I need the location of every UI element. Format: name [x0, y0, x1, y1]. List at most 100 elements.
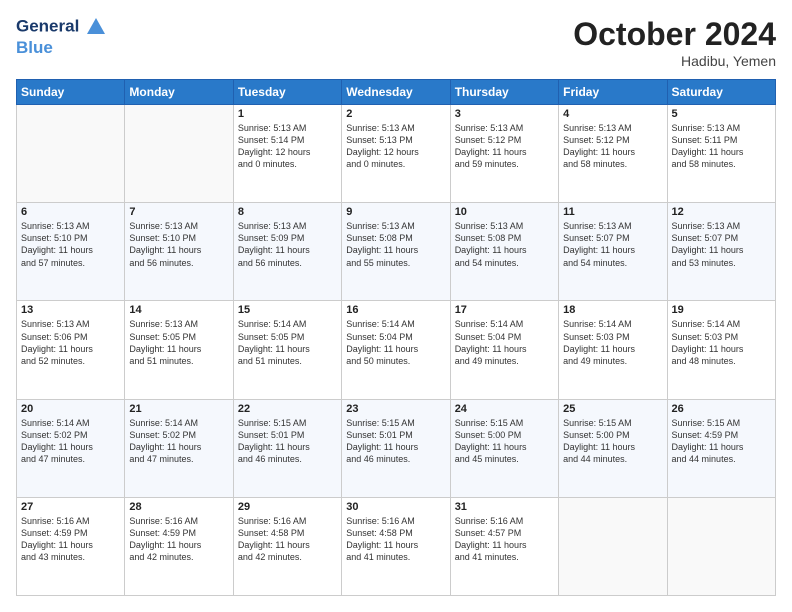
calendar-cell-5-4: 30 Sunrise: 5:16 AM Sunset: 4:58 PM Dayli… — [342, 497, 450, 595]
cell-content: Sunrise: 5:15 AM Sunset: 5:01 PM Dayligh… — [238, 417, 337, 466]
day-number: 21 — [129, 403, 228, 415]
calendar-cell-2-5: 10Sunrise: 5:13 AM Sunset: 5:08 PM Dayli… — [450, 203, 558, 301]
day-number: 8 — [238, 206, 337, 218]
day-number: 30 — [346, 501, 445, 513]
cell-content: Sunrise: 5:13 AM Sunset: 5:11 PM Dayligh… — [672, 122, 771, 171]
calendar-header-wednesday: Wednesday — [342, 80, 450, 105]
calendar-cell-5-2: 28 Sunrise: 5:16 AM Sunset: 4:59 PM Dayli… — [125, 497, 233, 595]
day-number: 7 — [129, 206, 228, 218]
calendar-cell-1-3: 1 Sunrise: 5:13 AM Sunset: 5:14 PM Daylig… — [233, 105, 341, 203]
cell-content: Sunrise: 5:13 AM Sunset: 5:10 PM Dayligh… — [21, 220, 120, 269]
calendar-cell-1-7: 5Sunrise: 5:13 AM Sunset: 5:11 PM Daylig… — [667, 105, 775, 203]
cell-content: Sunrise: 5:14 AM Sunset: 5:03 PM Dayligh… — [563, 318, 662, 367]
calendar-cell-5-1: 27 Sunrise: 5:16 AM Sunset: 4:59 PM Dayli… — [17, 497, 125, 595]
calendar-header-saturday: Saturday — [667, 80, 775, 105]
calendar-week-3: 13 Sunrise: 5:13 AM Sunset: 5:06 PM Dayli… — [17, 301, 776, 399]
cell-content: Sunrise: 5:14 AM Sunset: 5:04 PM Dayligh… — [455, 318, 554, 367]
day-number: 17 — [455, 304, 554, 316]
calendar-table: SundayMondayTuesdayWednesdayThursdayFrid… — [16, 79, 776, 596]
cell-content: Sunrise: 5:16 AM Sunset: 4:57 PM Dayligh… — [455, 515, 554, 564]
logo: General Blue — [16, 16, 107, 58]
cell-content: Sunrise: 5:15 AM Sunset: 5:01 PM Dayligh… — [346, 417, 445, 466]
calendar-cell-1-2 — [125, 105, 233, 203]
calendar-cell-2-6: 11Sunrise: 5:13 AM Sunset: 5:07 PM Dayli… — [559, 203, 667, 301]
day-number: 9 — [346, 206, 445, 218]
day-number: 29 — [238, 501, 337, 513]
cell-content: Sunrise: 5:13 AM Sunset: 5:10 PM Dayligh… — [129, 220, 228, 269]
day-number: 6 — [21, 206, 120, 218]
cell-content: Sunrise: 5:13 AM Sunset: 5:08 PM Dayligh… — [346, 220, 445, 269]
calendar-header-friday: Friday — [559, 80, 667, 105]
cell-content: Sunrise: 5:14 AM Sunset: 5:03 PM Dayligh… — [672, 318, 771, 367]
day-number: 27 — [21, 501, 120, 513]
calendar-week-4: 20 Sunrise: 5:14 AM Sunset: 5:02 PM Dayli… — [17, 399, 776, 497]
calendar-cell-2-1: 6 Sunrise: 5:13 AM Sunset: 5:10 PM Daylig… — [17, 203, 125, 301]
day-number: 31 — [455, 501, 554, 513]
day-number: 22 — [238, 403, 337, 415]
cell-content: Sunrise: 5:13 AM Sunset: 5:09 PM Dayligh… — [238, 220, 337, 269]
cell-content: Sunrise: 5:13 AM Sunset: 5:06 PM Dayligh… — [21, 318, 120, 367]
calendar-cell-3-7: 19Sunrise: 5:14 AM Sunset: 5:03 PM Dayli… — [667, 301, 775, 399]
day-number: 25 — [563, 403, 662, 415]
calendar-cell-2-2: 7 Sunrise: 5:13 AM Sunset: 5:10 PM Daylig… — [125, 203, 233, 301]
cell-content: Sunrise: 5:14 AM Sunset: 5:05 PM Dayligh… — [238, 318, 337, 367]
logo-line2: Blue — [16, 38, 107, 58]
day-number: 20 — [21, 403, 120, 415]
calendar-cell-5-7 — [667, 497, 775, 595]
calendar-cell-3-4: 16Sunrise: 5:14 AM Sunset: 5:04 PM Dayli… — [342, 301, 450, 399]
cell-content: Sunrise: 5:15 AM Sunset: 5:00 PM Dayligh… — [563, 417, 662, 466]
calendar-cell-4-5: 24 Sunrise: 5:15 AM Sunset: 5:00 PM Dayli… — [450, 399, 558, 497]
day-number: 24 — [455, 403, 554, 415]
calendar-cell-5-5: 31 Sunrise: 5:16 AM Sunset: 4:57 PM Dayli… — [450, 497, 558, 595]
cell-content: Sunrise: 5:13 AM Sunset: 5:12 PM Dayligh… — [455, 122, 554, 171]
day-number: 23 — [346, 403, 445, 415]
calendar-week-2: 6 Sunrise: 5:13 AM Sunset: 5:10 PM Daylig… — [17, 203, 776, 301]
cell-content: Sunrise: 5:16 AM Sunset: 4:59 PM Dayligh… — [21, 515, 120, 564]
cell-content: Sunrise: 5:13 AM Sunset: 5:07 PM Dayligh… — [563, 220, 662, 269]
month-title: October 2024 — [573, 16, 776, 53]
calendar-cell-1-1 — [17, 105, 125, 203]
cell-content: Sunrise: 5:13 AM Sunset: 5:05 PM Dayligh… — [129, 318, 228, 367]
calendar-cell-4-2: 21 Sunrise: 5:14 AM Sunset: 5:02 PM Dayli… — [125, 399, 233, 497]
cell-content: Sunrise: 5:16 AM Sunset: 4:58 PM Dayligh… — [238, 515, 337, 564]
calendar-cell-4-3: 22 Sunrise: 5:15 AM Sunset: 5:01 PM Dayli… — [233, 399, 341, 497]
day-number: 18 — [563, 304, 662, 316]
calendar-cell-2-3: 8 Sunrise: 5:13 AM Sunset: 5:09 PM Daylig… — [233, 203, 341, 301]
calendar-cell-1-5: 3 Sunrise: 5:13 AM Sunset: 5:12 PM Daylig… — [450, 105, 558, 203]
day-number: 26 — [672, 403, 771, 415]
cell-content: Sunrise: 5:13 AM Sunset: 5:07 PM Dayligh… — [672, 220, 771, 269]
calendar-cell-3-2: 14 Sunrise: 5:13 AM Sunset: 5:05 PM Dayli… — [125, 301, 233, 399]
cell-content: Sunrise: 5:13 AM Sunset: 5:12 PM Dayligh… — [563, 122, 662, 171]
day-number: 14 — [129, 304, 228, 316]
calendar-cell-3-3: 15Sunrise: 5:14 AM Sunset: 5:05 PM Dayli… — [233, 301, 341, 399]
cell-content: Sunrise: 5:16 AM Sunset: 4:58 PM Dayligh… — [346, 515, 445, 564]
day-number: 28 — [129, 501, 228, 513]
calendar-cell-5-3: 29 Sunrise: 5:16 AM Sunset: 4:58 PM Dayli… — [233, 497, 341, 595]
calendar-header-monday: Monday — [125, 80, 233, 105]
page: General Blue October 2024 Hadibu, Yemen … — [0, 0, 792, 612]
calendar-cell-4-4: 23 Sunrise: 5:15 AM Sunset: 5:01 PM Dayli… — [342, 399, 450, 497]
calendar-cell-4-6: 25 Sunrise: 5:15 AM Sunset: 5:00 PM Dayli… — [559, 399, 667, 497]
calendar-week-5: 27 Sunrise: 5:16 AM Sunset: 4:59 PM Dayli… — [17, 497, 776, 595]
calendar-cell-1-4: 2Sunrise: 5:13 AM Sunset: 5:13 PM Daylig… — [342, 105, 450, 203]
day-number: 13 — [21, 304, 120, 316]
day-number: 1 — [238, 108, 337, 120]
calendar-header-sunday: Sunday — [17, 80, 125, 105]
calendar-cell-1-6: 4Sunrise: 5:13 AM Sunset: 5:12 PM Daylig… — [559, 105, 667, 203]
title-block: October 2024 Hadibu, Yemen — [573, 16, 776, 69]
calendar-header-thursday: Thursday — [450, 80, 558, 105]
day-number: 12 — [672, 206, 771, 218]
calendar-cell-3-1: 13 Sunrise: 5:13 AM Sunset: 5:06 PM Dayli… — [17, 301, 125, 399]
cell-content: Sunrise: 5:13 AM Sunset: 5:14 PM Dayligh… — [238, 122, 337, 171]
day-number: 3 — [455, 108, 554, 120]
logo-text: General — [16, 16, 107, 38]
day-number: 10 — [455, 206, 554, 218]
cell-content: Sunrise: 5:15 AM Sunset: 5:00 PM Dayligh… — [455, 417, 554, 466]
cell-content: Sunrise: 5:16 AM Sunset: 4:59 PM Dayligh… — [129, 515, 228, 564]
calendar-cell-2-7: 12 Sunrise: 5:13 AM Sunset: 5:07 PM Dayli… — [667, 203, 775, 301]
cell-content: Sunrise: 5:14 AM Sunset: 5:02 PM Dayligh… — [129, 417, 228, 466]
cell-content: Sunrise: 5:14 AM Sunset: 5:04 PM Dayligh… — [346, 318, 445, 367]
calendar-header-tuesday: Tuesday — [233, 80, 341, 105]
calendar-cell-2-4: 9 Sunrise: 5:13 AM Sunset: 5:08 PM Daylig… — [342, 203, 450, 301]
cell-content: Sunrise: 5:13 AM Sunset: 5:13 PM Dayligh… — [346, 122, 445, 171]
